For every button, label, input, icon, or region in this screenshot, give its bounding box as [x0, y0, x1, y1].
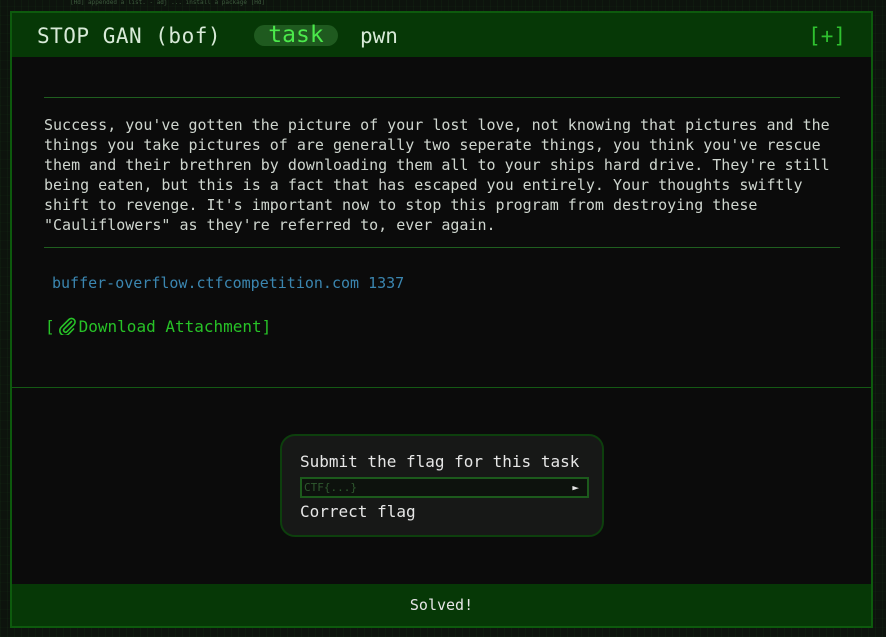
download-attachment-link[interactable]: [ Download Attachment] — [45, 317, 272, 337]
paperclip-icon — [57, 317, 77, 337]
task-card: STOP GAN (bof) task pwn [+] Success, you… — [10, 11, 873, 628]
link-close-bracket: ] — [261, 317, 272, 336]
background-terminal-text: [Hd] appended a list. - adj ... install … — [70, 0, 266, 6]
flag-input[interactable] — [302, 479, 559, 496]
submit-flag-heading: Submit the flag for this task — [300, 452, 580, 471]
task-header: STOP GAN (bof) task pwn [+] — [12, 13, 871, 57]
flag-input-container: ► — [300, 477, 589, 498]
expand-button[interactable]: [+] — [808, 24, 846, 48]
task-badge: task — [254, 24, 338, 47]
flag-status-message: Correct flag — [300, 502, 416, 521]
task-title: STOP GAN (bof) — [37, 24, 222, 48]
description-bottom-rule — [44, 247, 840, 248]
download-attachment-label: Download Attachment — [78, 317, 262, 336]
task-category: pwn — [360, 24, 398, 48]
section-divider — [12, 387, 871, 388]
solved-footer: Solved! — [12, 584, 871, 626]
submit-flag-button[interactable]: ► — [572, 479, 579, 496]
description-top-rule — [44, 97, 840, 98]
task-description: Success, you've gotten the picture of yo… — [44, 116, 830, 234]
flag-submit-panel: Submit the flag for this task ► Correct … — [280, 434, 604, 537]
link-open-bracket: [ — [45, 317, 55, 336]
challenge-host: buffer-overflow.ctfcompetition.com 1337 — [52, 274, 405, 292]
